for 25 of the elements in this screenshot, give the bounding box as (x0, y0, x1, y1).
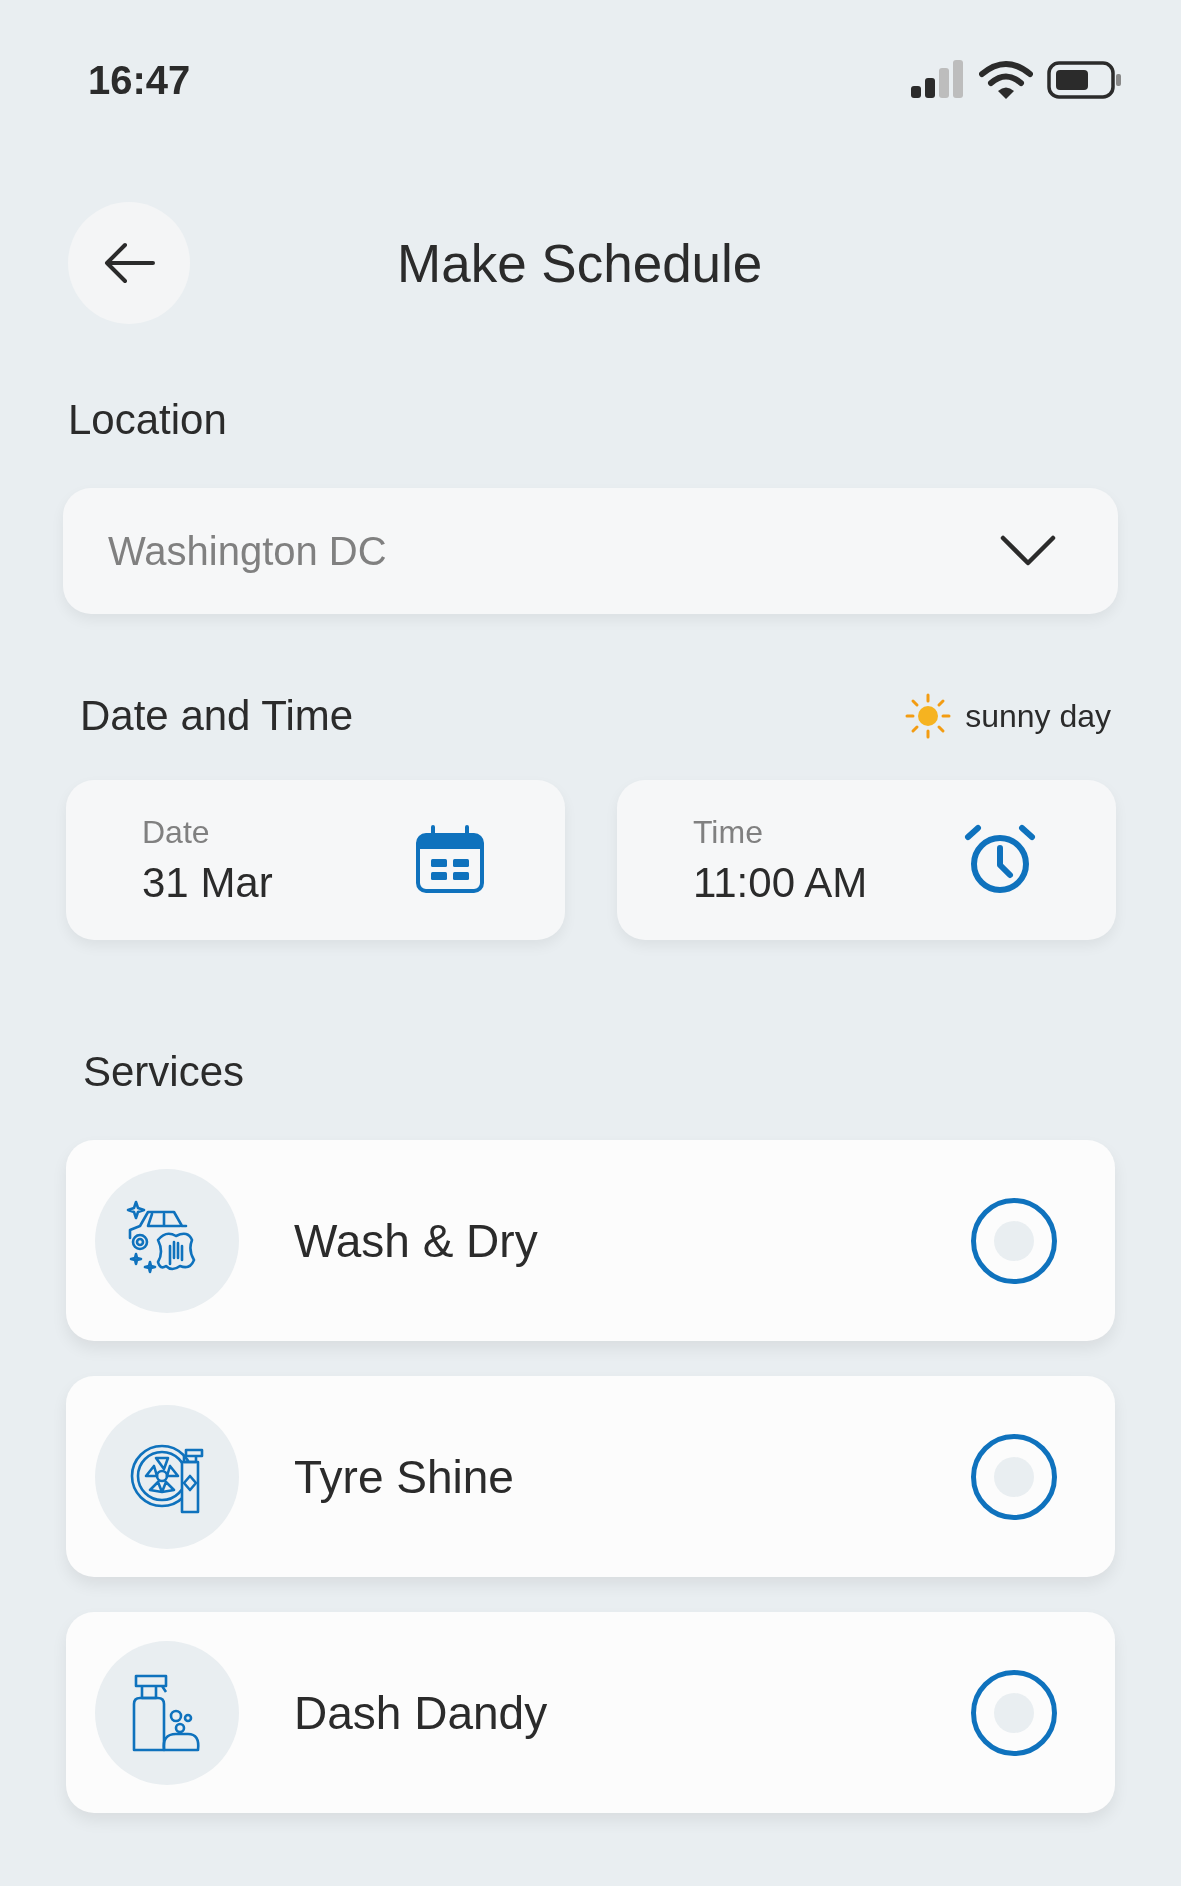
page-title: Make Schedule (397, 232, 763, 294)
radio-button[interactable] (971, 1197, 1057, 1284)
signal-icon (911, 60, 965, 100)
section-heading: Location (68, 396, 228, 444)
date-picker[interactable]: Date 31 Mar (66, 780, 565, 940)
weather-label: sunny day (965, 697, 1111, 735)
time-picker[interactable]: Time 11:00 AM (617, 780, 1116, 940)
location-dropdown[interactable]: Washington DC (63, 488, 1118, 614)
calendar-icon (415, 825, 485, 895)
alarm-clock-icon (964, 824, 1036, 896)
battery-icon (1047, 60, 1123, 100)
sun-icon (905, 693, 952, 739)
chevron-down-icon (1000, 535, 1056, 567)
service-card[interactable]: Wash & Dry (66, 1140, 1115, 1341)
service-card[interactable]: Dash Dandy (66, 1612, 1115, 1813)
radio-button[interactable] (971, 1433, 1057, 1520)
service-name: Dash Dandy (294, 1685, 549, 1740)
service-name: Wash & Dry (294, 1213, 539, 1268)
section-heading: Services (83, 1048, 246, 1096)
wifi-icon (979, 60, 1033, 100)
status-time: 16:47 (88, 57, 191, 103)
radio-button[interactable] (971, 1669, 1057, 1756)
service-name: Tyre Shine (294, 1449, 515, 1504)
service-card[interactable]: Tyre Shine (66, 1376, 1115, 1577)
section-heading: Date and Time (80, 692, 354, 740)
